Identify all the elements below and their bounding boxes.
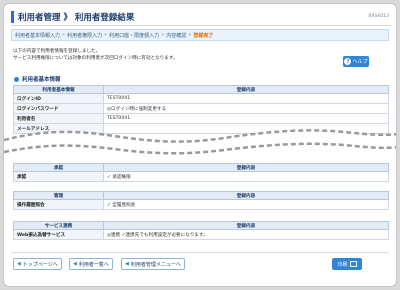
- screen-id: BRSK013: [368, 14, 389, 19]
- management-table: 管理 登録内容 操作履歴照会 ✓ 全履歴照会: [13, 191, 389, 210]
- row-label: ログインID: [13, 93, 104, 104]
- col-header-value: 登録内容: [103, 191, 389, 200]
- row-value: ✓ 承認権限: [103, 171, 389, 182]
- step-permissions: 利用者権限入力: [67, 32, 103, 39]
- service-link-table: サービス連携 登録内容 Web振込為替サービス ◎連携 ✓連携先でも利用設定が必…: [13, 221, 389, 240]
- col-header-item: 承認: [13, 163, 104, 172]
- table-row: ログインパスワード ◎ログイン時に強制変更する: [13, 103, 389, 114]
- table-header-row: 承認 登録内容: [13, 163, 389, 172]
- table-header-row: 管理 登録内容: [13, 191, 389, 200]
- row-value: ✓ 全履歴照会: [103, 199, 389, 210]
- intro-line-1: 以下の内容で利用者情報を登録しました。: [13, 49, 101, 54]
- col-header-item: 利用者基本情報: [13, 85, 104, 94]
- help-button-label: ヘルプ: [352, 59, 368, 65]
- title-accent-bar: [11, 11, 14, 23]
- top-page-button[interactable]: ◀ トップページへ: [13, 258, 62, 270]
- table-header-row: サービス連携 登録内容: [13, 221, 389, 230]
- print-button-label: 印刷: [337, 261, 348, 268]
- page-tear-divider: [4, 129, 396, 160]
- step-separator: »: [188, 32, 192, 38]
- table-row: 承認 ✓ 承認権限: [13, 171, 389, 182]
- user-menu-button-label: 利用者管理メニューへ: [130, 261, 181, 268]
- main-window: 利用者管理 》 利用者登録結果 BRSK013 利用者基本情報入力 » 利用者権…: [3, 3, 397, 287]
- row-label: ログインパスワード: [13, 103, 104, 114]
- row-value: ◎連携 ✓連携先でも利用設定が必要になります。: [103, 229, 389, 240]
- page-header: 利用者管理 》 利用者登録結果 BRSK013: [11, 10, 391, 26]
- user-list-button[interactable]: ◀ 利用者一覧へ: [69, 258, 113, 270]
- table-row: 操作履歴照会 ✓ 全履歴照会: [13, 199, 389, 210]
- row-value: TEST0041: [103, 93, 389, 104]
- section-heading-text: 利用者基本情報: [22, 77, 61, 83]
- step-separator: »: [161, 32, 165, 38]
- row-label: 操作履歴照会: [13, 199, 104, 210]
- col-header-item: 管理: [13, 191, 104, 200]
- help-icon: ?: [344, 58, 352, 65]
- user-list-button-label: 利用者一覧へ: [78, 261, 109, 268]
- chevron-left-icon: ◀: [125, 261, 129, 267]
- step-complete: 登録完了: [193, 32, 214, 39]
- col-header-item: サービス連携: [13, 221, 104, 230]
- top-page-button-label: トップページへ: [22, 261, 58, 268]
- help-button[interactable]: ? ヘルプ: [343, 56, 369, 67]
- user-menu-button[interactable]: ◀ 利用者管理メニューへ: [121, 258, 185, 270]
- footer-divider: [11, 252, 389, 253]
- step-accounts-limits: 利用口座・限度額入力: [109, 32, 160, 39]
- row-label: 承認: [13, 171, 104, 182]
- print-button[interactable]: 印刷: [332, 258, 362, 270]
- section-heading-basic-info: 利用者基本情報: [14, 75, 61, 83]
- chevron-left-icon: ◀: [17, 261, 21, 267]
- col-header-value: 登録内容: [103, 163, 389, 172]
- page-title: 利用者管理 》 利用者登録結果: [18, 13, 135, 23]
- table-row: ログインID TEST0041: [13, 93, 389, 104]
- approval-table: 承認 登録内容 承認 ✓ 承認権限: [13, 163, 389, 182]
- step-separator: »: [62, 32, 66, 38]
- chevron-left-icon: ◀: [73, 261, 77, 267]
- row-value: ◎ログイン時に強制変更する: [103, 103, 389, 114]
- row-label: Web振込為替サービス: [13, 229, 104, 240]
- col-header-value: 登録内容: [103, 85, 389, 94]
- intro-line-2: サービス利用権限については対象の利用者が次回ログイン時に有効となります。: [13, 56, 178, 61]
- step-confirm: 内容確認: [166, 32, 187, 39]
- step-separator: »: [104, 32, 108, 38]
- col-header-value: 登録内容: [103, 221, 389, 230]
- table-row: Web振込為替サービス ◎連携 ✓連携先でも利用設定が必要になります。: [13, 229, 389, 240]
- intro-text: 以下の内容で利用者情報を登録しました。 サービス利用権限については対象の利用者が…: [13, 48, 178, 62]
- table-header-row: 利用者基本情報 登録内容: [13, 85, 389, 94]
- printer-icon: [349, 261, 357, 267]
- progress-steps: 利用者基本情報入力 » 利用者権限入力 » 利用口座・限度額入力 » 内容確認 …: [11, 29, 389, 41]
- bullet-icon: [14, 77, 19, 82]
- step-basic-info: 利用者基本情報入力: [15, 32, 61, 39]
